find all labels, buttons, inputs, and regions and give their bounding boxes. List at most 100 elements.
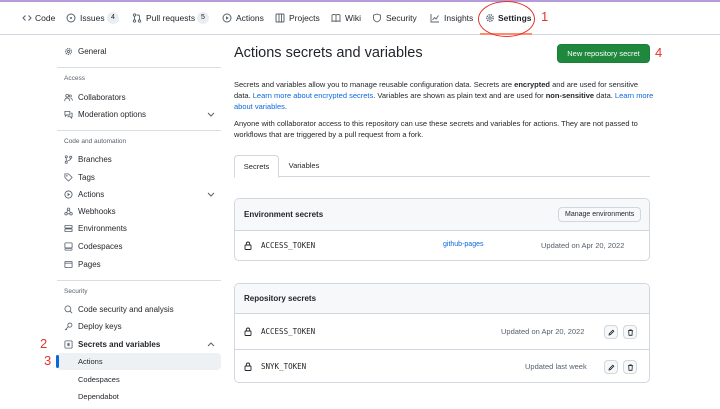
settings-highlight-circle	[478, 1, 535, 37]
chevron-up-icon	[207, 342, 215, 347]
sidebar-heading-security: Security	[64, 288, 88, 295]
sidebar-subitem-label: Actions	[78, 357, 103, 366]
new-repository-secret-button[interactable]: New repository secret	[557, 44, 650, 63]
tab-code-label: Code	[35, 13, 56, 23]
sidebar-item-general[interactable]: General	[57, 43, 221, 60]
intro-emphasis: non-sensitive	[545, 91, 595, 100]
sidebar-subitem-dependabot[interactable]: Dependabot	[57, 388, 221, 405]
annotation-2: 2	[40, 336, 48, 351]
tab-secrets[interactable]: Secrets	[234, 155, 279, 178]
branch-icon	[64, 155, 73, 164]
sidebar-item-label: Tags	[78, 173, 95, 182]
active-indicator	[56, 355, 59, 368]
tab-wiki[interactable]: Wiki	[331, 11, 363, 25]
edit-secret-button[interactable]	[604, 360, 618, 374]
intro-text: .	[284, 102, 287, 111]
gear-icon	[64, 47, 73, 56]
sidebar-divider	[57, 280, 221, 281]
shield-icon	[373, 13, 381, 23]
tab-insights[interactable]: Insights	[430, 11, 474, 25]
intro-text: data.	[594, 91, 615, 100]
tab-variables[interactable]: Variables	[281, 155, 327, 177]
secret-name: ACCESS_TOKEN	[261, 241, 316, 250]
environment-link[interactable]: github-pages	[443, 241, 483, 248]
comment-discussion-icon	[64, 110, 73, 119]
environment-secrets-header: Environment secrets Manage environments	[235, 199, 649, 231]
sidebar-item-codespaces[interactable]: Codespaces	[57, 238, 221, 255]
sidebar-item-tags[interactable]: Tags	[57, 169, 221, 186]
sidebar-item-secrets-and-variables[interactable]: Secrets and variables	[57, 336, 221, 353]
chevron-down-icon	[207, 112, 215, 117]
intro-emphasis: encrypted	[514, 80, 551, 89]
collaborator-note: Anyone with collaborator access to this …	[234, 119, 638, 139]
intro-text: Secrets and variables allow you to manag…	[234, 80, 515, 89]
tab-security-label: Security	[386, 13, 417, 23]
trash-icon	[627, 364, 633, 371]
secret-name: SNYK_TOKEN	[261, 362, 307, 371]
tab-security[interactable]: Security	[372, 11, 420, 25]
sidebar-divider	[57, 67, 221, 68]
sidebar-item-label: Deploy keys	[78, 322, 122, 331]
sidebar-item-actions[interactable]: Actions	[57, 186, 221, 203]
codespaces-icon	[64, 242, 73, 251]
repository-secret-row: ACCESS_TOKEN Updated on Apr 20, 2022	[235, 315, 649, 350]
sidebar-item-deploy-keys[interactable]: Deploy keys	[57, 318, 221, 335]
tab-actions-label: Actions	[236, 13, 264, 23]
key-asterisk-icon	[64, 340, 73, 349]
sidebar-item-label: Environments	[78, 224, 127, 233]
sidebar-item-moderation-options[interactable]: Moderation options	[57, 106, 221, 123]
page-title: Actions secrets and variables	[234, 45, 423, 61]
encrypted-secrets-link[interactable]: Learn more about encrypted secrets	[253, 91, 373, 100]
tab-issues[interactable]: Issues 4	[66, 11, 122, 25]
tag-icon	[64, 173, 73, 182]
sidebar-item-branches[interactable]: Branches	[57, 151, 221, 168]
sidebar-item-environments[interactable]: Environments	[57, 220, 221, 237]
book-icon	[331, 14, 341, 23]
tab-actions[interactable]: Actions	[222, 11, 266, 25]
lock-icon	[244, 362, 252, 371]
sidebar-subitem-codespaces[interactable]: Codespaces	[57, 371, 221, 388]
sidebar-heading-code-automation: Code and automation	[64, 138, 127, 145]
secret-updated: Updated last week	[525, 362, 587, 371]
codescan-icon	[64, 305, 73, 314]
lock-icon	[244, 327, 252, 336]
secret-updated: Updated on Apr 20, 2022	[541, 241, 625, 250]
secrets-variables-tabs: Secrets Variables	[234, 155, 650, 178]
sidebar-item-label: Moderation options	[78, 110, 147, 119]
issues-count-badge: 4	[107, 12, 119, 24]
sidebar-item-collaborators[interactable]: Collaborators	[57, 89, 221, 106]
play-icon	[222, 13, 232, 23]
sidebar-item-webhooks[interactable]: Webhooks	[57, 203, 221, 220]
browser-icon	[64, 260, 73, 269]
intro-text: . Variables are shown as plain text and …	[373, 91, 546, 100]
annotation-4: 4	[655, 45, 663, 60]
annotation-3: 3	[44, 353, 52, 368]
tab-projects-label: Projects	[289, 13, 320, 23]
sidebar-item-code-security[interactable]: Code security and analysis	[57, 301, 221, 318]
sidebar-item-label: Secrets and variables	[78, 340, 161, 349]
sidebar-subitem-actions[interactable]: Actions	[56, 353, 221, 370]
sidebar-item-label: Actions	[78, 190, 105, 199]
environment-secrets-title: Environment secrets	[244, 210, 324, 219]
environment-secrets-box: Environment secrets Manage environments …	[234, 198, 650, 261]
tab-insights-label: Insights	[444, 13, 474, 23]
delete-secret-button[interactable]	[623, 360, 637, 374]
tab-code[interactable]: Code	[22, 11, 58, 25]
code-icon	[22, 15, 32, 21]
people-icon	[64, 93, 73, 102]
manage-environments-button[interactable]: Manage environments	[558, 207, 642, 222]
repository-secrets-box: Repository secrets ACCESS_TOKEN Updated …	[234, 283, 650, 383]
sidebar-item-label: Codespaces	[78, 242, 123, 251]
delete-secret-button[interactable]	[623, 325, 637, 339]
intro-paragraph: Secrets and variables allow you to manag…	[234, 79, 654, 112]
repository-secret-row: SNYK_TOKEN Updated last week	[235, 351, 649, 382]
pull-request-icon	[132, 13, 142, 23]
edit-secret-button[interactable]	[604, 325, 618, 339]
tab-projects[interactable]: Projects	[275, 11, 321, 25]
tab-pull-requests[interactable]: Pull requests 5	[132, 11, 212, 25]
sidebar-heading-access: Access	[64, 75, 85, 82]
sidebar-subitem-label: Dependabot	[78, 392, 119, 401]
secret-updated: Updated on Apr 20, 2022	[501, 327, 585, 336]
sidebar-item-pages[interactable]: Pages	[57, 256, 221, 273]
repository-secrets-header: Repository secrets	[235, 284, 649, 314]
